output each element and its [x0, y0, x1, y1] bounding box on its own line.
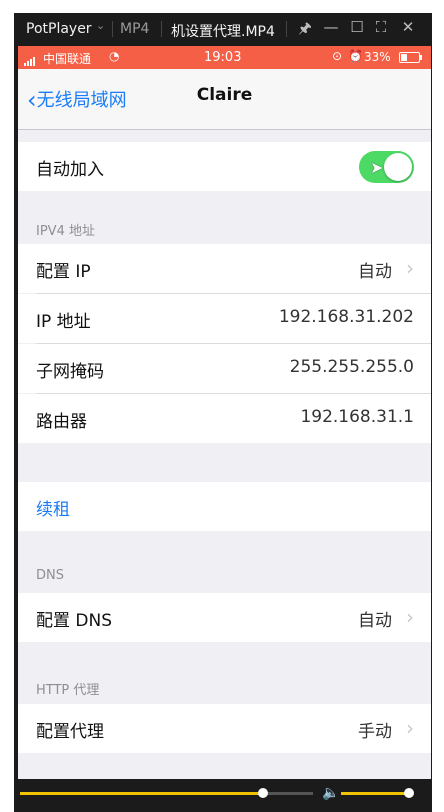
subnet-mask-value: 255.255.255.0	[289, 357, 414, 377]
potplayer-window: PotPlayer ⌄ MP4 机设置代理.MP4 🖈 — ☐ ⛶ ✕ 中国联通…	[14, 13, 432, 812]
renew-lease-button[interactable]: 续租	[36, 495, 70, 520]
carrier-label: 中国联通	[43, 52, 92, 66]
player-title-bar: PotPlayer ⌄ MP4 机设置代理.MP4 🖈 — ☐ ⛶ ✕	[14, 13, 432, 46]
chevron-down-icon[interactable]: ⌄	[96, 19, 105, 32]
page-title: Claire	[196, 85, 253, 105]
battery-percent: 33%	[364, 50, 391, 64]
signal-icon	[24, 52, 36, 66]
configure-proxy-value: 手动	[358, 722, 392, 742]
http-proxy-section-header: HTTP 代理	[36, 683, 100, 698]
rotation-lock-icon: ⊙	[332, 49, 343, 63]
file-title: 机设置代理.MP4	[171, 24, 275, 40]
separator	[112, 21, 113, 37]
format-label: MP4	[120, 21, 150, 37]
mouse-cursor-icon: ➤	[370, 158, 384, 177]
separator	[286, 21, 287, 37]
ipv4-section-header: IPV4 地址	[36, 224, 95, 239]
ip-address-value: 192.168.31.202	[278, 307, 414, 327]
seek-bar-remaining[interactable]	[263, 792, 313, 795]
auto-join-row: 自动加入 ➤	[18, 142, 431, 191]
ip-address-row: IP 地址 192.168.31.202	[18, 294, 431, 343]
configure-ip-value: 自动	[358, 262, 392, 282]
seek-bar[interactable]	[20, 792, 263, 795]
subnet-mask-row: 子网掩码 255.255.255.0	[18, 344, 431, 393]
fullscreen-icon[interactable]: ⛶	[370, 18, 392, 36]
player-controls-bar: 🔈	[14, 779, 432, 812]
pin-icon[interactable]: 🖈	[294, 18, 316, 43]
status-bar: 中国联通 ◔ 19:03 ⊙ ⏰ 33%	[18, 46, 431, 69]
maximize-icon[interactable]: ☐	[346, 18, 368, 36]
subnet-mask-label: 子网掩码	[36, 362, 104, 382]
volume-handle[interactable]	[404, 788, 414, 798]
configure-proxy-label: 配置代理	[36, 722, 104, 742]
volume-icon[interactable]: 🔈	[322, 785, 339, 801]
renew-lease-row[interactable]: 续租	[18, 482, 431, 531]
minimize-icon[interactable]: —	[320, 18, 342, 36]
app-menu-label[interactable]: PotPlayer	[26, 21, 92, 37]
clock: 19:03	[204, 50, 242, 65]
router-row: 路由器 192.168.31.1	[18, 394, 431, 443]
chevron-right-icon: ›	[406, 256, 414, 280]
configure-dns-row[interactable]: 配置 DNS 自动 ›	[18, 593, 431, 642]
configure-dns-value: 自动	[358, 611, 392, 631]
seek-handle[interactable]	[258, 788, 268, 798]
volume-slider[interactable]	[341, 792, 409, 795]
wifi-icon: ◔	[109, 49, 120, 63]
alarm-icon: ⏰	[348, 49, 363, 63]
ip-address-label: IP 地址	[36, 312, 91, 332]
configure-proxy-row[interactable]: 配置代理 手动 ›	[18, 704, 431, 753]
auto-join-toggle[interactable]	[359, 151, 414, 183]
configure-ip-row[interactable]: 配置 IP 自动 ›	[18, 244, 431, 293]
dns-section-header: DNS	[36, 568, 64, 583]
configure-dns-label: 配置 DNS	[36, 611, 113, 631]
battery-icon	[399, 52, 422, 63]
chevron-right-icon: ›	[406, 605, 414, 629]
router-label: 路由器	[36, 412, 87, 432]
chevron-right-icon: ›	[406, 716, 414, 740]
close-icon[interactable]: ✕	[397, 18, 419, 36]
separator	[161, 21, 162, 37]
phone-screen: 中国联通 ◔ 19:03 ⊙ ⏰ 33% ‹无线局域网 Claire 自动加入 …	[18, 46, 431, 779]
router-value: 192.168.31.1	[300, 407, 414, 427]
navigation-bar: ‹无线局域网 Claire	[18, 69, 431, 130]
configure-ip-label: 配置 IP	[36, 262, 91, 282]
auto-join-label: 自动加入	[36, 160, 104, 180]
toggle-knob	[384, 153, 412, 181]
